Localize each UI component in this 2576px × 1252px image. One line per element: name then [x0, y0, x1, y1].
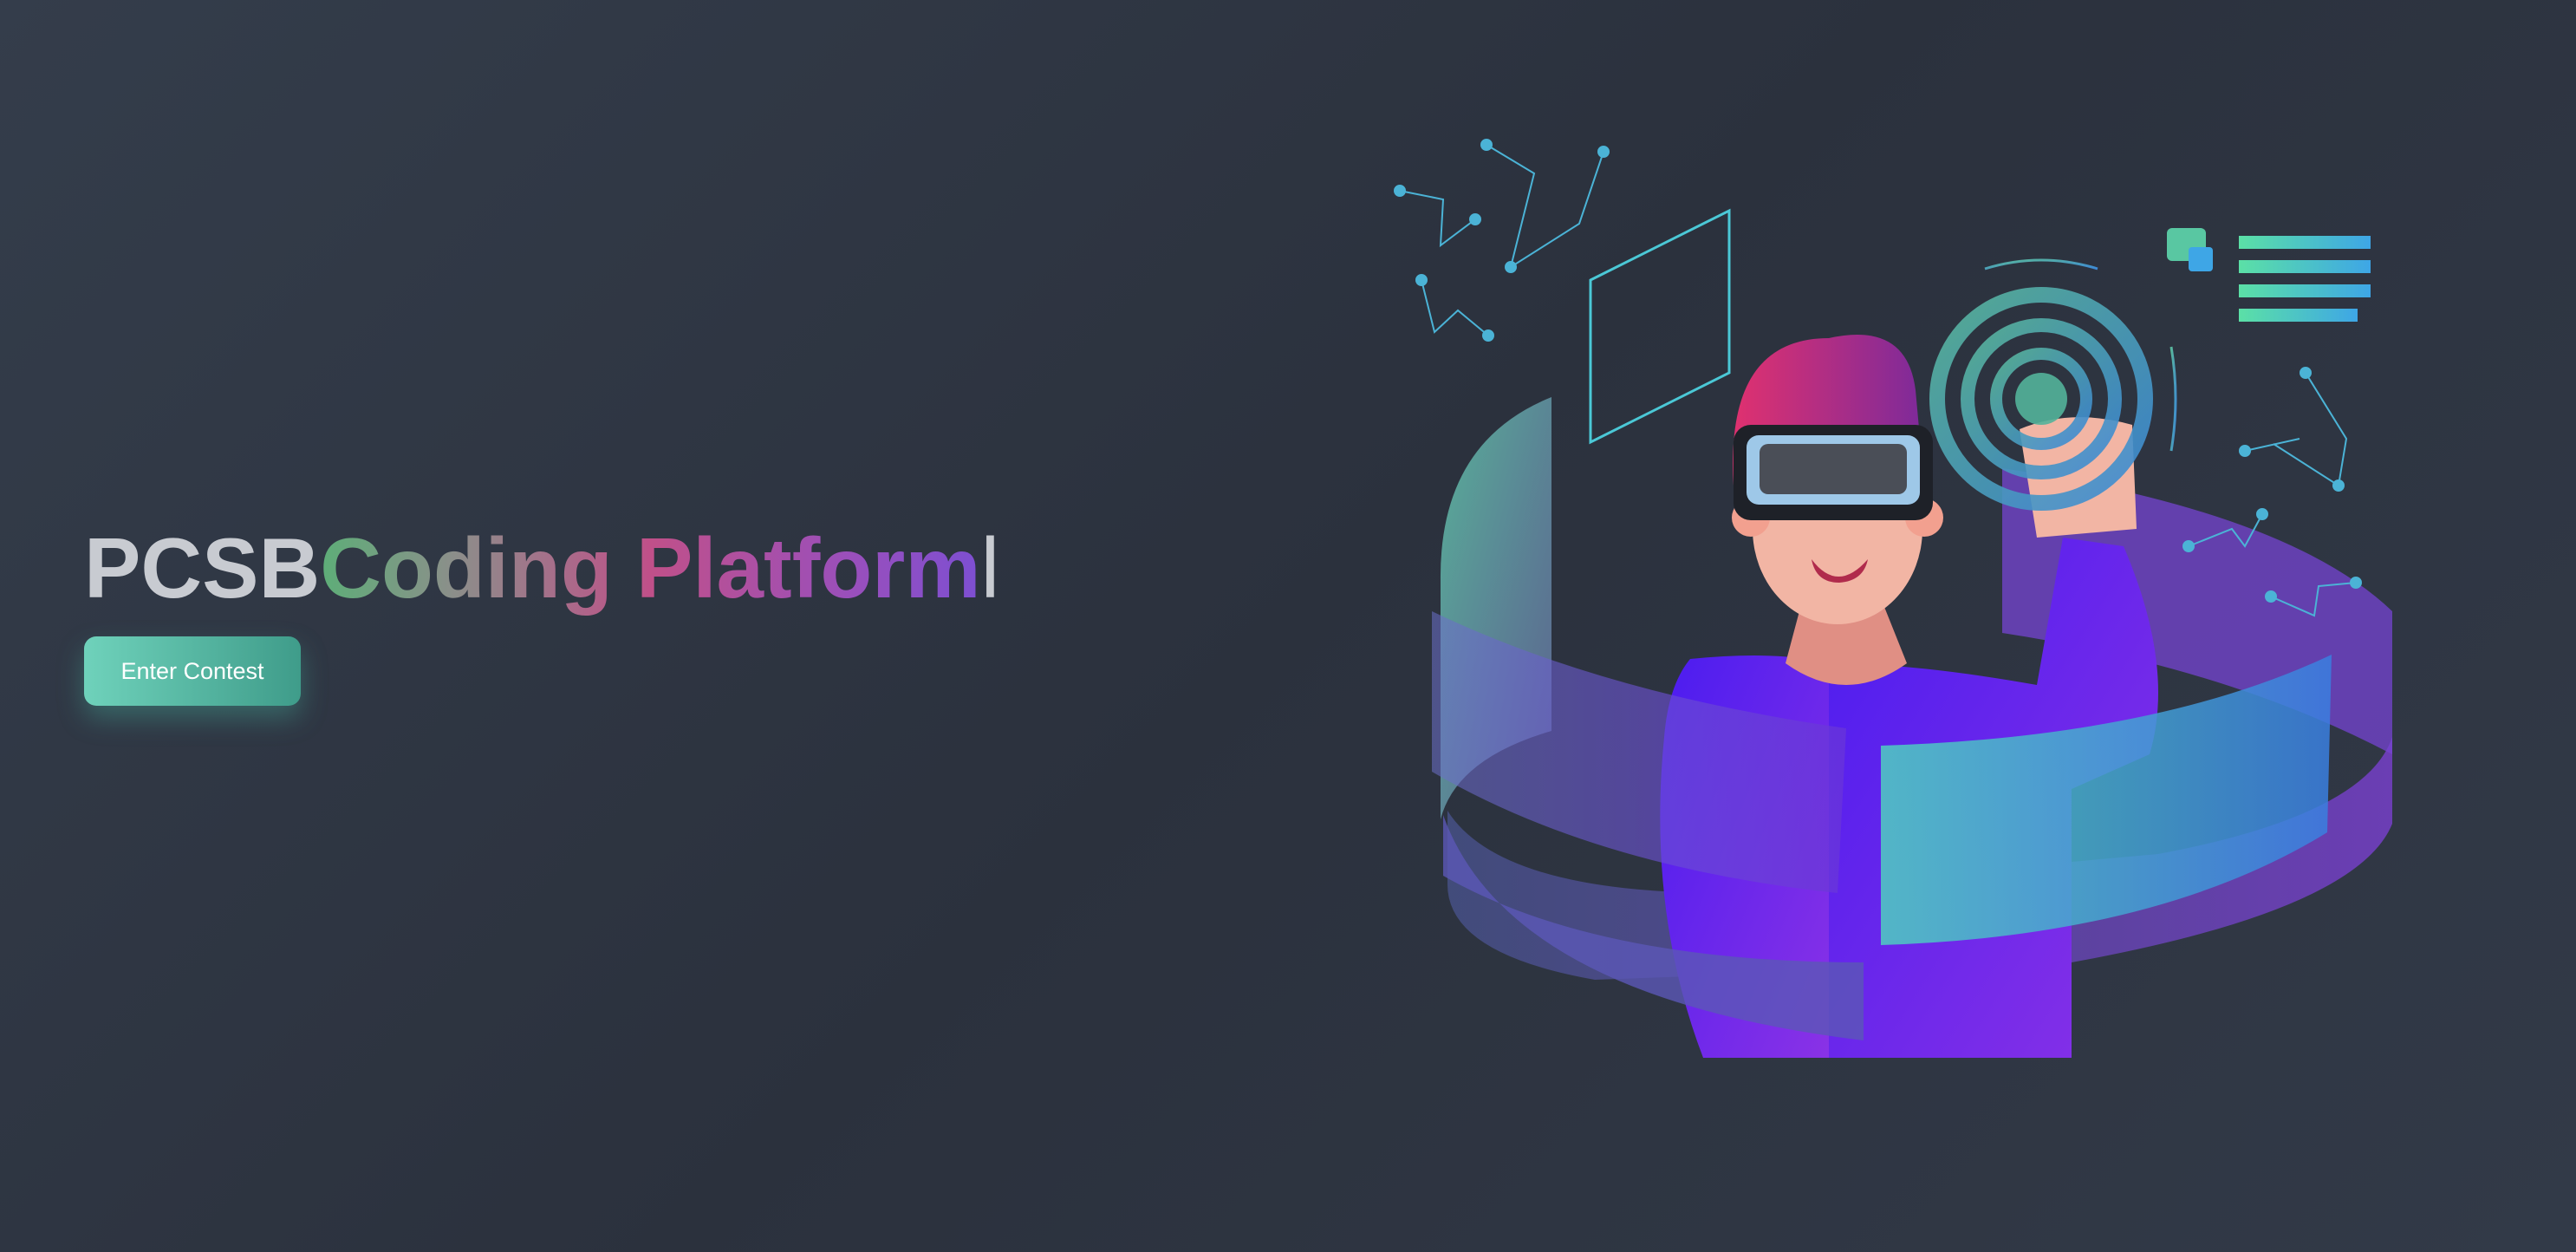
typing-cursor: l [980, 520, 1000, 616]
hero: PCSBCoding Platforml [84, 516, 999, 620]
enter-contest-button[interactable]: Enter Contest [84, 636, 301, 706]
title-prefix: PCSB [84, 520, 321, 616]
panel-frame-icon [1589, 208, 1731, 445]
title-highlight: Coding Platform [320, 520, 981, 616]
list-lines-icon [2167, 228, 2371, 322]
page-title: PCSBCoding Platforml [84, 516, 999, 620]
vr-headset-person-icon [1394, 139, 2392, 1058]
ripple-target-icon [1929, 258, 2177, 511]
